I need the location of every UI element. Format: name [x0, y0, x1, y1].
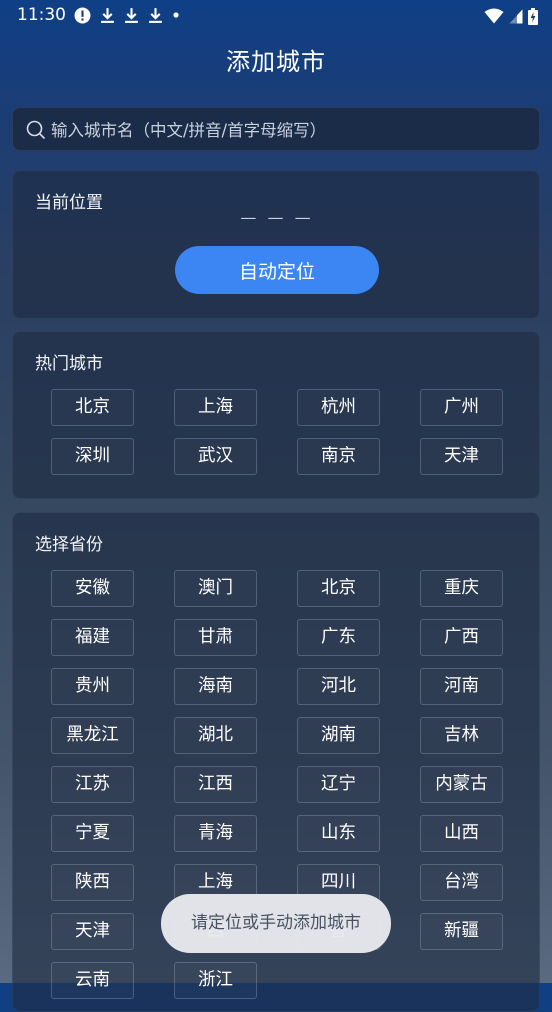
hot-city-chip[interactable]: 北京	[51, 389, 134, 426]
download-icon	[125, 7, 138, 23]
page-title: 添加城市	[226, 48, 326, 76]
province-chip[interactable]: 内蒙古	[420, 766, 503, 803]
province-chip[interactable]: 重庆	[420, 570, 503, 607]
location-value: — — —	[240, 208, 314, 227]
wifi-icon	[484, 8, 504, 24]
province-chip[interactable]: 福建	[51, 619, 134, 656]
province-chip[interactable]: 江苏	[51, 766, 134, 803]
hot-city-chip[interactable]: 杭州	[297, 389, 380, 426]
province-chip[interactable]: 山西	[420, 815, 503, 852]
province-title: 选择省份	[35, 535, 103, 555]
signal-icon	[509, 9, 523, 23]
province-chip[interactable]: 宁夏	[51, 815, 134, 852]
battery-icon	[528, 7, 538, 25]
province-chip[interactable]: 湖南	[297, 717, 380, 754]
hot-city-chip[interactable]: 深圳	[51, 438, 134, 475]
province-chip[interactable]: 黑龙江	[51, 717, 134, 754]
status-bar: 11:30	[0, 0, 552, 32]
province-chip[interactable]: 贵州	[51, 668, 134, 705]
province-chip[interactable]: 山东	[297, 815, 380, 852]
province-chip[interactable]: 吉林	[420, 717, 503, 754]
province-chip[interactable]: 河南	[420, 668, 503, 705]
download-icon	[101, 7, 114, 23]
province-chip[interactable]: 天津	[51, 913, 134, 950]
hot-city-chip[interactable]: 上海	[174, 389, 257, 426]
hot-city-chip[interactable]: 武汉	[174, 438, 257, 475]
search-bar[interactable]	[12, 107, 540, 152]
province-chip[interactable]: 陕西	[51, 864, 134, 901]
province-chip[interactable]: 广西	[420, 619, 503, 656]
dot-icon	[173, 12, 179, 18]
province-chip[interactable]: 甘肃	[174, 619, 257, 656]
province-chip[interactable]: 北京	[297, 570, 380, 607]
province-chip[interactable]: 河北	[297, 668, 380, 705]
province-chip[interactable]: 云南	[51, 962, 134, 999]
hot-cities-title: 热门城市	[35, 354, 103, 374]
alert-icon	[74, 7, 91, 23]
hot-city-chip[interactable]: 广州	[420, 389, 503, 426]
system-icons	[484, 6, 538, 26]
search-icon	[26, 120, 46, 140]
hot-cities-card: 热门城市 北京 上海 杭州 广州深圳 武汉 南京 天津	[12, 331, 540, 499]
province-chip[interactable]: 青海	[174, 815, 257, 852]
notification-icons	[74, 5, 180, 25]
auto-locate-button[interactable]: 自动定位	[175, 246, 379, 294]
hot-city-chip[interactable]: 天津	[420, 438, 503, 475]
toast-message: 请定位或手动添加城市	[161, 894, 391, 953]
screen: { "status_bar": { "time": "11:30", "noti…	[0, 0, 552, 1012]
status-time: 11:30	[17, 5, 66, 25]
province-chip[interactable]: 辽宁	[297, 766, 380, 803]
hot-city-chip[interactable]: 南京	[297, 438, 380, 475]
province-chip[interactable]: 台湾	[420, 864, 503, 901]
province-chip[interactable]: 湖北	[174, 717, 257, 754]
current-location-card: 当前位置 — — — 自动定位	[12, 170, 540, 319]
search-input[interactable]	[49, 108, 533, 152]
province-chip[interactable]: 澳门	[174, 570, 257, 607]
province-chip[interactable]: 新疆	[420, 913, 503, 950]
province-chip[interactable]: 广东	[297, 619, 380, 656]
download-icon	[149, 7, 162, 23]
province-chip[interactable]: 安徽	[51, 570, 134, 607]
province-chip[interactable]: 海南	[174, 668, 257, 705]
province-chip[interactable]: 浙江	[174, 962, 257, 999]
province-chip[interactable]: 江西	[174, 766, 257, 803]
